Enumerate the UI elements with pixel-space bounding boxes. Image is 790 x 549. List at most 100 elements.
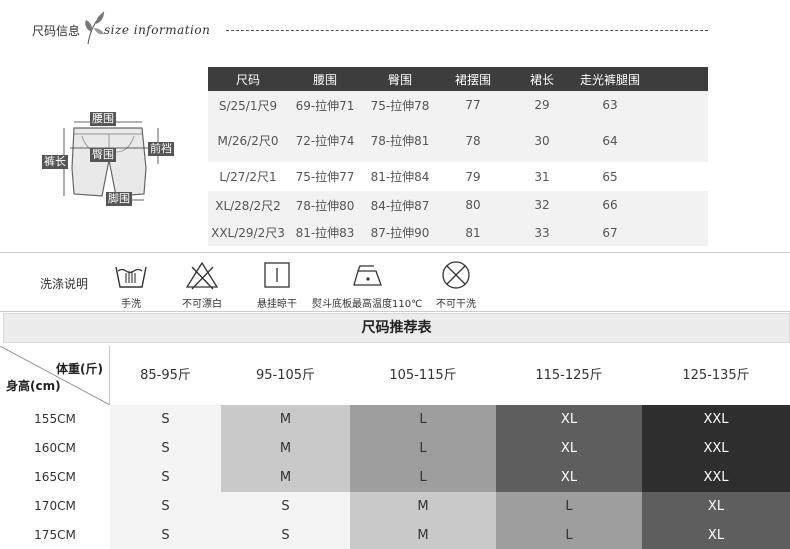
table-cell: 87-拉伸90	[362, 219, 438, 246]
no-bleach-icon	[185, 261, 219, 290]
size-recommend-cell: XL	[496, 405, 642, 434]
size-recommend-cell: S	[110, 521, 221, 549]
table-cell: 84-拉伸87	[362, 191, 438, 219]
care-item-hang-dry: 悬挂晾干	[257, 259, 297, 310]
size-recommend-cell: L	[350, 405, 496, 434]
table-cell: 75-拉伸77	[295, 170, 355, 184]
size-recommend-cell: M	[350, 521, 496, 549]
col-header: 尺码	[208, 67, 288, 91]
size-table: 尺码 腰围 臀围 裙摆围 裙长 走光裤腿围 S/25/1尺9 69-拉伸71 7…	[208, 67, 708, 246]
care-item-hand-wash: 手洗	[112, 259, 150, 310]
hem-tag: 脚围	[106, 192, 132, 206]
table-row: XL/28/2尺2 78-拉伸80 84-拉伸87 80 32 66	[208, 191, 708, 219]
size-recommend-cell: M	[221, 463, 350, 492]
header-divider	[226, 30, 708, 31]
hang-dry-icon	[264, 262, 290, 288]
table-cell: 29	[508, 91, 576, 119]
size-recommend-cell: L	[350, 434, 496, 463]
table-cell: 72-拉伸74	[288, 119, 362, 162]
weight-axis-label: 体重(斤)	[56, 362, 103, 376]
table-cell: 78	[438, 119, 508, 162]
size-recommend-cell: M	[350, 492, 496, 521]
care-instructions: 洗涤说明 手洗 不可漂白 悬挂晾干 熨斗底板最高温度110℃ 不可干洗	[0, 252, 790, 312]
size-recommend-cell: S	[221, 492, 350, 521]
weight-column-header: 115-125斤	[535, 368, 603, 383]
weight-column-header: 85-95斤	[140, 368, 191, 383]
table-cell: 63	[576, 91, 644, 119]
table-cell-blank	[644, 91, 708, 119]
table-cell: M/26/2尺0	[208, 119, 288, 162]
size-info-title: 尺码信息	[32, 24, 81, 38]
table-cell: 69-拉伸71	[288, 91, 362, 119]
size-recommend-cell: L	[350, 463, 496, 492]
care-item-no-bleach: 不可漂白	[182, 259, 222, 310]
table-cell: 81	[438, 219, 508, 246]
size-recommend-cell: XL	[496, 463, 642, 492]
table-cell: 81-拉伸84	[370, 170, 430, 184]
table-cell: S/25/1尺9	[208, 91, 288, 119]
size-recommend-cell: XL	[642, 492, 790, 521]
recommend-corner: 体重(斤) 身高(cm)	[0, 346, 110, 405]
height-row-header: 175CM	[34, 528, 76, 542]
size-table-header: 尺码 腰围 臀围 裙摆围 裙长 走光裤腿围	[208, 67, 708, 91]
table-cell: 79	[465, 169, 481, 184]
size-recommend-cell: S	[110, 434, 221, 463]
table-cell: 78-拉伸80	[288, 191, 362, 219]
table-row: S/25/1尺9 69-拉伸71 75-拉伸78 77 29 63	[208, 91, 708, 119]
care-title: 洗涤说明	[40, 277, 89, 291]
weight-column-header: 105-115斤	[389, 368, 457, 383]
size-recommend-cell: M	[221, 434, 350, 463]
size-recommend-cell: M	[221, 405, 350, 434]
table-cell: 33	[508, 219, 576, 246]
care-label: 不可漂白	[182, 299, 222, 310]
table-cell: 32	[508, 191, 576, 219]
col-header: 臀围	[362, 67, 438, 91]
size-recommend-cell: XL	[496, 434, 642, 463]
length-tag: 裤长	[42, 155, 68, 169]
height-axis-label: 身高(cm)	[6, 379, 61, 393]
waist-tag: 腰围	[90, 112, 116, 126]
table-cell: XL/28/2尺2	[208, 191, 288, 219]
table-cell: 77	[438, 91, 508, 119]
col-header: 腰围	[288, 67, 362, 91]
iron-icon	[353, 265, 383, 286]
care-label: 手洗	[121, 299, 141, 310]
height-row-header: 155CM	[34, 412, 76, 426]
size-recommend-cell: L	[496, 492, 642, 521]
care-label: 悬挂晾干	[257, 299, 297, 310]
table-cell-blank	[644, 119, 708, 162]
table-row: M/26/2尺0 72-拉伸74 78-拉伸81 78 30 64	[208, 119, 708, 162]
col-header: 裙摆围	[438, 67, 508, 91]
hip-tag: 臀围	[90, 148, 116, 162]
size-recommend-cell: XXL	[642, 405, 790, 434]
size-recommend-cell: XXL	[642, 463, 790, 492]
table-cell: 78-拉伸81	[362, 119, 438, 162]
table-cell-blank	[644, 219, 708, 246]
front-rise-tag: 前裆	[148, 142, 174, 156]
table-cell: 65	[602, 169, 618, 184]
size-recommend-cell: XXL	[642, 434, 790, 463]
shorts-diagram: 腰围 臀围 前裆 裤长 脚围	[34, 108, 184, 212]
hand-wash-icon	[115, 266, 147, 288]
table-cell: 80	[438, 191, 508, 219]
size-recommend-cell: XL	[642, 521, 790, 549]
weight-column-header: 95-105斤	[255, 368, 316, 383]
table-cell: XXL/29/2尺3	[208, 219, 288, 246]
table-cell: 75-拉伸78	[362, 91, 438, 119]
height-row-header: 160CM	[34, 441, 76, 455]
table-row: XXL/29/2尺3 81-拉伸83 87-拉伸90 81 33 67	[208, 219, 708, 246]
size-recommend-cell: S	[221, 521, 350, 549]
height-row-header: 170CM	[34, 499, 76, 513]
care-item-iron: 熨斗底板最高温度110℃	[312, 259, 422, 310]
table-cell: 31	[534, 169, 550, 184]
size-info-subtitle: size information	[104, 23, 211, 37]
care-item-no-tumble-dry: 不可干洗	[436, 259, 476, 310]
no-tumble-dry-icon	[442, 261, 470, 289]
care-label: 熨斗底板最高温度110℃	[312, 299, 423, 310]
table-cell: 64	[576, 119, 644, 162]
size-recommend-cell: S	[110, 463, 221, 492]
table-cell-blank	[644, 162, 708, 191]
col-header-blank	[644, 67, 708, 91]
height-row-header: 165CM	[34, 470, 76, 484]
care-label: 不可干洗	[436, 299, 476, 310]
